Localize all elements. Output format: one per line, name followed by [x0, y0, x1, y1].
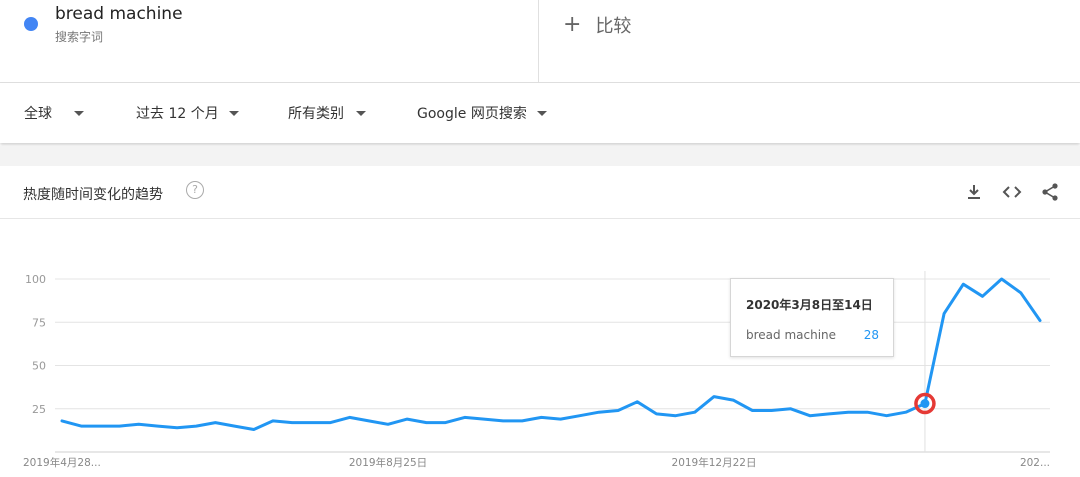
search-term-type: 搜索字词: [55, 30, 104, 44]
y-tick-label: 75: [32, 316, 46, 329]
chevron-down-icon: [356, 110, 366, 116]
y-tick-label: 25: [32, 403, 46, 416]
tooltip-term: bread machine: [746, 328, 837, 342]
chevron-down-icon: [74, 110, 84, 116]
panel-title: 热度随时间变化的趋势: [23, 187, 163, 203]
y-tick-label: 100: [25, 273, 46, 286]
plus-icon: +: [563, 12, 582, 37]
tooltip-date: 2020年3月8日至14日: [746, 298, 873, 312]
compare-label: 比较: [595, 16, 632, 37]
chevron-down-icon: [228, 110, 239, 116]
interest-over-time-panel: 热度随时间变化的趋势 ? 25 50 75 100 2019年4月28... 2019年8…: [0, 166, 1080, 477]
filter-region[interactable]: 全球: [24, 103, 84, 123]
filter-region-label: 全球: [24, 106, 52, 122]
y-tick-label: 50: [32, 360, 46, 373]
share-icon[interactable]: [1040, 182, 1060, 202]
chart-tooltip: 2020年3月8日至14日 bread machine 28: [730, 278, 894, 357]
x-tick-label: 202...: [1020, 457, 1050, 469]
panel-header: 热度随时间变化的趋势 ?: [0, 166, 1080, 219]
filter-search-type-label: Google 网页搜索: [417, 106, 527, 122]
section-gap: [0, 146, 1080, 166]
trend-chart[interactable]: 25 50 75 100 2019年4月28... 2019年8月25日 2019年12月2…: [0, 218, 1080, 477]
filter-time[interactable]: 过去 12 个月: [136, 103, 239, 123]
download-icon[interactable]: [964, 182, 984, 202]
search-term-card[interactable]: bread machine 搜索字词: [0, 0, 539, 82]
embed-icon[interactable]: [1002, 182, 1022, 202]
filter-category[interactable]: 所有类别: [288, 103, 366, 123]
compare-button[interactable]: + 比较: [563, 12, 631, 38]
term-color-dot: [24, 17, 38, 31]
tooltip-value: 28: [863, 328, 879, 342]
filter-search-type[interactable]: Google 网页搜索: [417, 103, 547, 123]
help-icon[interactable]: ?: [186, 181, 204, 199]
x-tick-label: 2019年4月28...: [23, 456, 101, 469]
highlight-point: [920, 399, 930, 409]
x-tick-label: 2019年12月22日: [672, 456, 757, 469]
top-bar: bread machine 搜索字词 + 比较: [0, 0, 1080, 83]
filter-category-label: 所有类别: [288, 106, 344, 122]
x-tick-label: 2019年8月25日: [349, 456, 427, 469]
search-term-name[interactable]: bread machine: [55, 4, 183, 24]
filter-bar: 全球 过去 12 个月 所有类别 Google 网页搜索: [0, 83, 1080, 143]
chevron-down-icon: [536, 110, 547, 116]
filter-time-label: 过去 12 个月: [136, 106, 219, 122]
